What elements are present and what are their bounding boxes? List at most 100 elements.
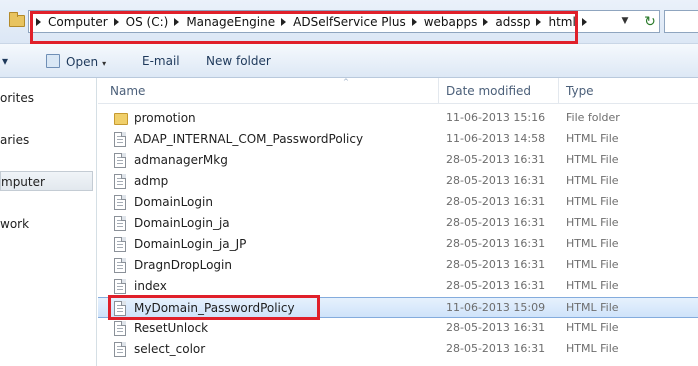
breadcrumb-item[interactable]: html [548,15,575,29]
email-button[interactable]: E-mail [142,54,180,68]
file-type: HTML File [566,174,619,187]
column-header-type[interactable]: Type [566,84,594,98]
column-divider[interactable] [558,78,559,104]
file-row[interactable]: DomainLogin_ja 28-05-2013 16:31 HTML File [98,213,698,234]
column-header-row: ^ Name Date modified Type [98,78,698,104]
html-file-icon [114,153,126,168]
file-name: promotion [134,111,196,125]
breadcrumb-arrow-icon[interactable] [536,18,542,26]
file-row[interactable]: ResetUnlock 28-05-2013 16:31 HTML File [98,318,698,339]
file-type: HTML File [566,258,619,271]
html-file-icon [114,301,126,316]
file-date-modified: 11-06-2013 14:58 [446,132,546,145]
file-type: HTML File [566,237,619,250]
file-name: admanagerMkg [134,153,228,167]
file-type: File folder [566,111,620,124]
file-row[interactable]: ADAP_INTERNAL_COM_PasswordPolicy 11-06-20… [98,129,698,150]
file-row[interactable]: admanagerMkg 28-05-2013 16:31 HTML File [98,150,698,171]
file-name: index [134,279,167,293]
html-file-icon [114,258,126,273]
column-header-date-modified[interactable]: Date modified [446,84,531,98]
file-date-modified: 28-05-2013 16:31 [446,258,546,271]
file-date-modified: 28-05-2013 16:31 [446,153,546,166]
breadcrumb-item[interactable]: ManageEngine [186,15,275,29]
new-folder-button[interactable]: New folder [206,54,271,68]
file-row[interactable]: promotion 11-06-2013 15:16 File folder [98,108,698,129]
file-type: HTML File [566,216,619,229]
open-label: Open [66,55,99,69]
command-bar: ▾ Open ▾ E-mail New folder [0,44,698,78]
nav-item-favorites[interactable]: orites [0,88,93,108]
nav-item-network[interactable]: work [0,214,93,234]
file-type: HTML File [566,279,619,292]
file-row[interactable]: admp 28-05-2013 16:31 HTML File [98,171,698,192]
open-dropdown-arrow[interactable]: ▾ [102,59,106,68]
address-bar-row: Computer OS (C:) ManageEngine ADSelfService… [0,0,698,44]
breadcrumb-arrow-icon[interactable] [483,18,489,26]
breadcrumb-item[interactable]: adssp [495,15,530,29]
file-row[interactable]: DragnDropLogin 28-05-2013 16:31 HTML File [98,255,698,276]
file-name: DragnDropLogin [134,258,232,272]
file-date-modified: 11-06-2013 15:09 [446,301,546,314]
file-row[interactable]: DomainLogin 28-05-2013 16:31 HTML File [98,192,698,213]
column-divider[interactable] [438,78,439,104]
html-file-icon [114,279,126,294]
file-row[interactable]: MyDomain_PasswordPolicy 11-06-2013 15:09 H… [98,297,698,318]
open-icon [46,54,60,68]
file-date-modified: 28-05-2013 16:31 [446,321,546,334]
breadcrumb-item[interactable]: ADSelfService Plus [293,15,406,29]
refresh-icon[interactable]: ↻ [640,11,660,32]
file-row[interactable]: index 28-05-2013 16:31 HTML File [98,276,698,297]
file-type: HTML File [566,321,619,334]
html-file-icon [114,195,126,210]
file-date-modified: 28-05-2013 16:31 [446,195,546,208]
navigation-pane: orites aries mputer work [0,78,97,366]
file-name: ResetUnlock [134,321,209,335]
file-date-modified: 28-05-2013 16:31 [446,342,546,355]
sort-caret-icon: ^ [343,78,349,86]
file-date-modified: 28-05-2013 16:31 [446,174,546,187]
html-file-icon [114,174,126,189]
search-input[interactable] [664,10,698,33]
breadcrumb-item[interactable]: Computer [48,15,108,29]
html-file-icon [114,132,126,147]
file-type: HTML File [566,301,619,314]
file-name: admp [134,174,169,188]
file-name: select_color [134,342,206,356]
column-header-name[interactable]: Name [110,84,145,98]
address-dropdown-icon[interactable]: ▼ [618,14,632,28]
file-type: HTML File [566,342,619,355]
breadcrumb-arrow-icon[interactable] [113,18,119,26]
folder-icon [114,113,128,125]
file-type: HTML File [566,195,619,208]
organize-dropdown-arrow[interactable]: ▾ [2,54,8,68]
nav-item-libraries[interactable]: aries [0,130,93,150]
open-button[interactable]: Open ▾ [46,54,106,69]
file-name: MyDomain_PasswordPolicy [134,301,295,315]
nav-item-computer[interactable]: mputer [0,171,93,191]
file-row[interactable]: DomainLogin_ja_JP 28-05-2013 16:31 HTML Fi… [98,234,698,255]
breadcrumb: Computer OS (C:) ManageEngine ADSelfService… [34,13,594,31]
breadcrumb-item[interactable]: webapps [424,15,478,29]
file-date-modified: 11-06-2013 15:16 [446,111,546,124]
file-name: DomainLogin [134,195,213,209]
breadcrumb-arrow-icon[interactable] [581,18,587,26]
file-type: HTML File [566,153,619,166]
html-file-icon [114,342,126,357]
html-file-icon [114,237,126,252]
breadcrumb-arrow-icon[interactable] [174,18,180,26]
file-date-modified: 28-05-2013 16:31 [446,279,546,292]
folder-icon [9,12,25,27]
file-type: HTML File [566,132,619,145]
breadcrumb-arrow-icon[interactable] [36,18,41,26]
file-date-modified: 28-05-2013 16:31 [446,216,546,229]
breadcrumb-arrow-icon[interactable] [411,18,417,26]
file-date-modified: 28-05-2013 16:31 [446,237,546,250]
file-name: ADAP_INTERNAL_COM_PasswordPolicy [134,132,364,146]
file-row[interactable]: select_color 28-05-2013 16:31 HTML File [98,339,698,360]
breadcrumb-arrow-icon[interactable] [281,18,287,26]
html-file-icon [114,216,126,231]
breadcrumb-item[interactable]: OS (C:) [126,15,169,29]
file-name: DomainLogin_ja [134,216,230,230]
html-file-icon [114,321,126,336]
